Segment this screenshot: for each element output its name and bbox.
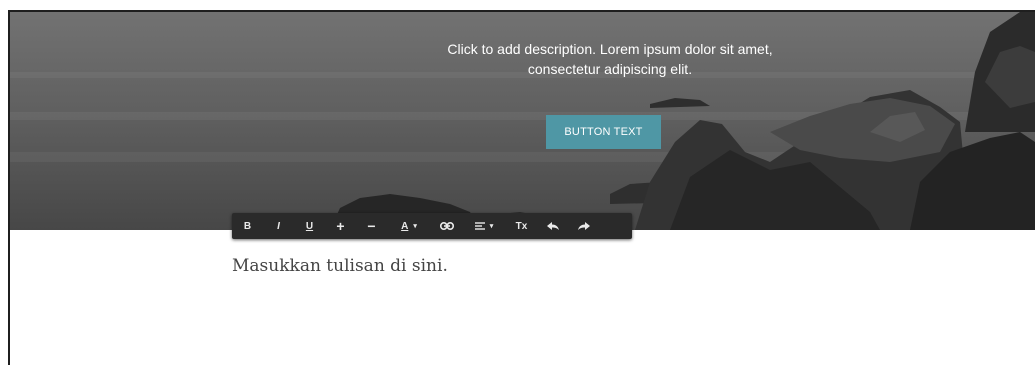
chevron-down-icon: ▾	[489, 223, 494, 230]
hero-description[interactable]: Click to add description. Lorem ipsum do…	[380, 39, 840, 79]
minus-icon: −	[367, 218, 376, 234]
increase-font-button[interactable]: +	[325, 213, 356, 239]
bold-icon: B	[243, 220, 252, 232]
underline-icon: U	[305, 220, 314, 232]
content-text-block[interactable]: Masukkan tulisan di sini.	[232, 256, 448, 276]
redo-button[interactable]	[568, 213, 599, 239]
clear-format-button[interactable]: Tx	[506, 213, 537, 239]
plus-icon: +	[336, 218, 345, 234]
text-color-icon: A	[401, 220, 409, 232]
align-icon	[474, 222, 485, 230]
hero-section[interactable]: Click to add description. Lorem ipsum do…	[10, 12, 1035, 230]
clear-format-icon: Tx	[515, 220, 528, 232]
insert-link-button[interactable]	[431, 213, 462, 239]
italic-icon: I	[277, 220, 280, 232]
italic-button[interactable]: I	[263, 213, 294, 239]
undo-button[interactable]	[537, 213, 568, 239]
link-icon	[439, 222, 454, 230]
align-dropdown[interactable]: ▾	[462, 213, 506, 239]
chevron-down-icon: ▾	[413, 223, 417, 230]
text-color-dropdown[interactable]: A ▾	[387, 213, 431, 239]
bold-button[interactable]: B	[232, 213, 263, 239]
text-format-toolbar: B I U + − A ▾ ▾ Tx	[232, 213, 632, 239]
redo-icon	[577, 221, 590, 230]
decrease-font-button[interactable]: −	[356, 213, 387, 239]
underline-button[interactable]: U	[294, 213, 325, 239]
hero-description-line-1: Click to add description. Lorem ipsum do…	[447, 41, 773, 57]
hero-description-line-2: consectetur adipiscing elit.	[527, 61, 693, 77]
undo-icon	[546, 221, 559, 230]
editor-frame: Click to add description. Lorem ipsum do…	[8, 10, 1035, 365]
hero-cta-button[interactable]: BUTTON TEXT	[546, 115, 661, 149]
